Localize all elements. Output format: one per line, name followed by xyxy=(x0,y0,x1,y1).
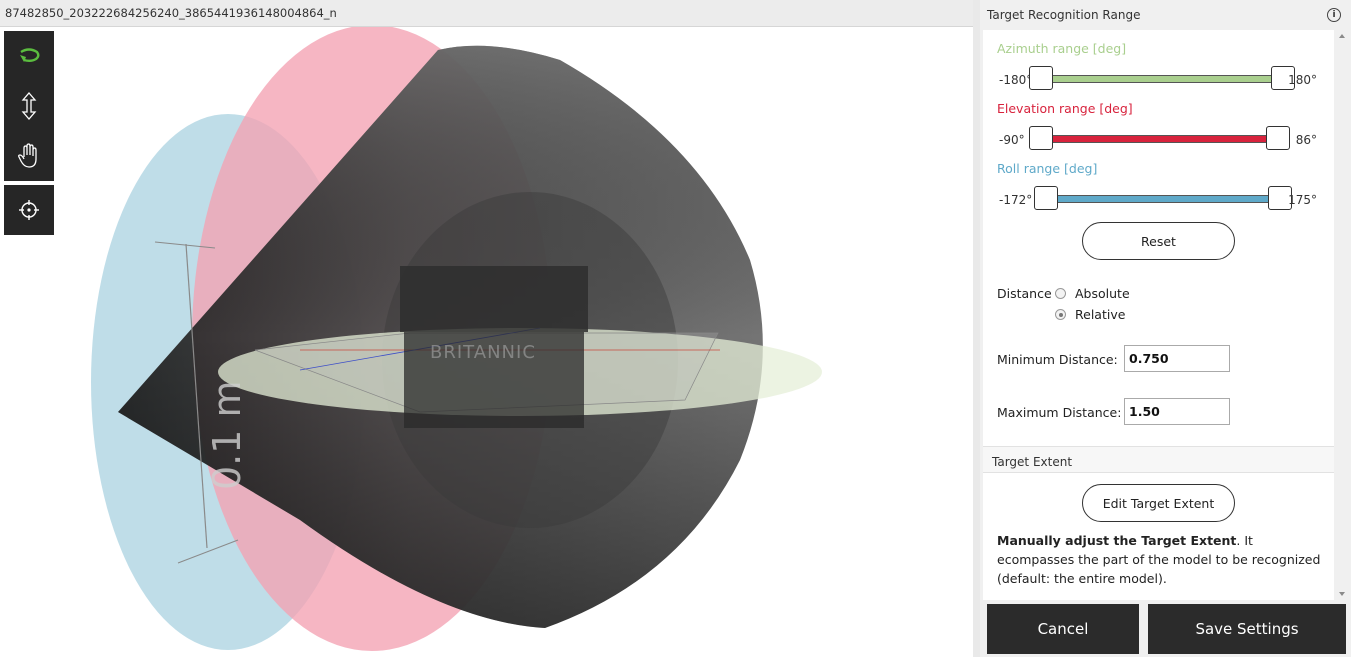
cancel-button[interactable]: Cancel xyxy=(987,604,1139,654)
roll-min-value: -172° xyxy=(999,193,1033,207)
elevation-min-value: -90° xyxy=(999,133,1025,147)
max-distance-input[interactable] xyxy=(1124,398,1230,425)
distance-label: Distance xyxy=(997,286,1052,301)
roll-min-thumb[interactable] xyxy=(1034,186,1059,210)
scroll-up-arrow-icon[interactable] xyxy=(1339,34,1345,38)
info-icon[interactable]: i xyxy=(1327,8,1341,22)
target-extent-section-header: Target Extent xyxy=(983,447,1334,473)
reset-button[interactable]: Reset xyxy=(1082,222,1235,260)
rotate-icon xyxy=(20,48,40,62)
azimuth-slider[interactable]: -180° 180° xyxy=(997,66,1317,94)
elevation-label: Elevation range [deg] xyxy=(997,101,1133,116)
3d-scene[interactable]: BRITANNIC 0.1 m xyxy=(0,27,973,657)
focus-icon xyxy=(19,200,39,220)
pan-tool-button[interactable] xyxy=(4,131,54,181)
save-settings-button[interactable]: Save Settings xyxy=(1148,604,1346,654)
azimuth-min-thumb[interactable] xyxy=(1029,66,1053,90)
distance-relative-label[interactable]: Relative xyxy=(1075,307,1125,322)
roll-slider[interactable]: -172° 175° xyxy=(997,186,1317,214)
scroll-down-arrow-icon[interactable] xyxy=(1339,592,1345,596)
roll-track xyxy=(1046,195,1280,203)
edit-target-extent-button[interactable]: Edit Target Extent xyxy=(1082,484,1235,522)
elevation-slider[interactable]: -90° 86° xyxy=(997,126,1317,154)
model-label: BRITANNIC xyxy=(430,342,536,363)
target-extent-description: Manually adjust the Target Extent. It ec… xyxy=(997,531,1327,588)
azimuth-min-value: -180° xyxy=(999,73,1033,87)
panel-body: Azimuth range [deg] -180° 180° Elevation… xyxy=(983,30,1334,600)
azimuth-max-value: 180° xyxy=(1288,73,1317,87)
panel-title: Target Recognition Range xyxy=(987,8,1141,22)
panel-header: Target Recognition Range xyxy=(980,0,1334,30)
distance-absolute-radio[interactable] xyxy=(1055,288,1066,299)
section-divider xyxy=(983,472,1334,473)
distance-absolute-label[interactable]: Absolute xyxy=(1075,286,1130,301)
roll-label: Roll range [deg] xyxy=(997,161,1098,176)
elevation-min-thumb[interactable] xyxy=(1029,126,1053,150)
elevation-max-thumb[interactable] xyxy=(1265,126,1290,150)
panel-scrollbar[interactable] xyxy=(1334,30,1351,600)
min-distance-input[interactable] xyxy=(1124,345,1230,372)
model-top xyxy=(400,266,588,332)
scale-label: 0.1 m xyxy=(205,380,249,490)
rotate-tool-button[interactable] xyxy=(4,31,54,81)
zoom-tool-button[interactable] xyxy=(4,81,54,131)
viewport-toolbar xyxy=(4,31,54,181)
viewport-panel: 87482850_203222684256240_386544193614800… xyxy=(0,0,973,657)
viewport-title: 87482850_203222684256240_386544193614800… xyxy=(0,0,973,27)
roll-max-value: 175° xyxy=(1288,193,1317,207)
elevation-max-value: 86° xyxy=(1295,133,1317,147)
azimuth-label: Azimuth range [deg] xyxy=(997,41,1127,56)
zoom-icon xyxy=(21,92,37,120)
target-extent-description-bold: Manually adjust the Target Extent xyxy=(997,533,1237,548)
min-distance-label: Minimum Distance: xyxy=(997,352,1118,367)
max-distance-label: Maximum Distance: xyxy=(997,405,1122,420)
focus-tool-button[interactable] xyxy=(4,185,54,235)
elevation-track xyxy=(1041,135,1278,143)
pan-icon xyxy=(18,143,37,168)
settings-panel: Target Recognition Range i Azimuth range… xyxy=(980,0,1351,657)
azimuth-track xyxy=(1041,75,1283,83)
distance-relative-radio[interactable] xyxy=(1055,309,1066,320)
